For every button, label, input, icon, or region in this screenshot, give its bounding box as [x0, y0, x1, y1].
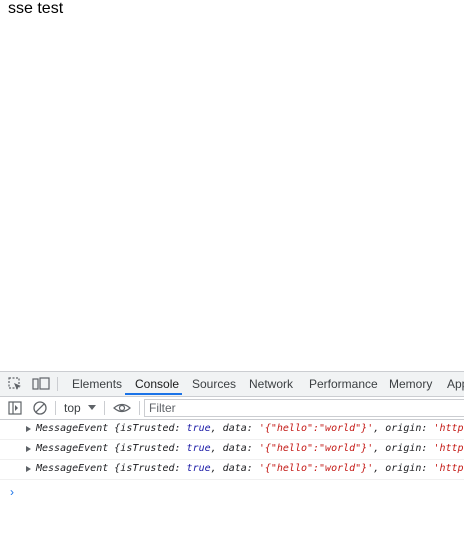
log-message: MessageEvent {isTrusted: true, data: '{"… — [36, 443, 464, 454]
console-prompt-icon[interactable]: › — [10, 485, 14, 499]
expand-triangle-icon[interactable] — [26, 446, 31, 452]
tab-application[interactable]: App — [447, 372, 464, 396]
toolbar-divider — [104, 401, 105, 415]
chevron-down-icon[interactable] — [88, 405, 96, 410]
context-selector[interactable]: top — [64, 397, 81, 419]
sidebar-toggle-icon[interactable] — [7, 400, 23, 416]
toolbar-divider — [139, 401, 140, 415]
console-log-entry[interactable]: MessageEvent {isTrusted: true, data: '{"… — [0, 419, 464, 440]
expand-triangle-icon[interactable] — [26, 426, 31, 432]
devtools-panel: Elements Console Sources Network Perform… — [0, 371, 464, 540]
console-log-entry[interactable]: MessageEvent {isTrusted: true, data: '{"… — [0, 459, 464, 480]
device-toolbar-icon[interactable] — [32, 376, 50, 392]
tab-memory[interactable]: Memory — [389, 372, 432, 396]
page-body-text: sse test — [8, 0, 64, 17]
filter-input[interactable] — [144, 399, 464, 417]
toolbar-divider — [55, 401, 56, 415]
active-tab-indicator — [125, 393, 182, 395]
console-log-entry[interactable]: MessageEvent {isTrusted: true, data: '{"… — [0, 439, 464, 460]
tab-sources[interactable]: Sources — [192, 372, 236, 396]
clear-console-icon[interactable] — [32, 400, 48, 416]
tab-elements[interactable]: Elements — [72, 372, 122, 396]
inspect-element-icon[interactable] — [7, 376, 23, 392]
toolbar-divider — [57, 377, 58, 391]
expand-triangle-icon[interactable] — [26, 466, 31, 472]
eye-icon[interactable] — [113, 400, 131, 416]
log-message: MessageEvent {isTrusted: true, data: '{"… — [36, 423, 464, 434]
tab-network[interactable]: Network — [249, 372, 293, 396]
log-message: MessageEvent {isTrusted: true, data: '{"… — [36, 463, 464, 474]
devtools-tab-bar: Elements Console Sources Network Perform… — [0, 372, 464, 397]
console-toolbar: top — [0, 397, 464, 420]
tab-performance[interactable]: Performance — [309, 372, 378, 396]
